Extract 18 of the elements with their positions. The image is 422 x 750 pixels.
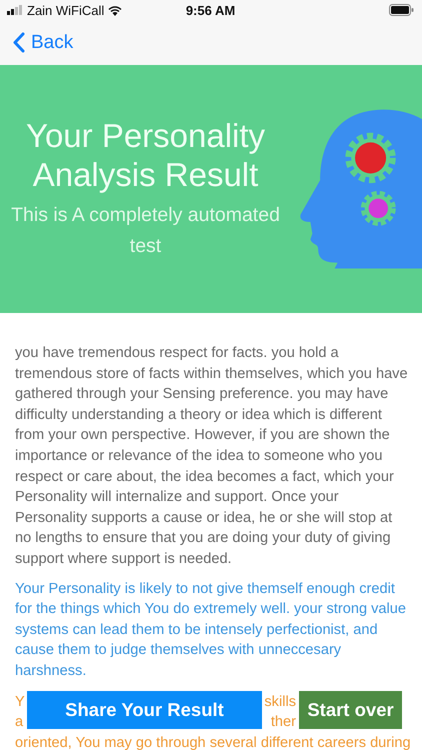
chevron-icon	[12, 32, 25, 53]
share-button[interactable]: Share Your Result	[27, 691, 262, 729]
clock-time: 9:56 AM	[186, 2, 236, 18]
signal-icon	[7, 5, 23, 15]
result-text-line: oriented, You may go through several different careers during	[15, 734, 411, 750]
result-text-fragment: a	[15, 713, 24, 732]
back-button[interactable]: Back	[12, 32, 74, 54]
result-subtitle: This is A completely automated test	[10, 203, 281, 259]
result-text-fragment: Y	[15, 692, 25, 712]
start-over-button[interactable]: Start over	[299, 691, 402, 729]
result-text-fragment: skills	[264, 692, 296, 712]
battery-icon	[389, 4, 414, 16]
result-title: Your Personality Analysis Result	[24, 116, 266, 194]
result-paragraph: Your Personality is likely to not give themself enough credit for the things which You do extremely well. your strong value systems can lead them to be intensely perfectionist, and cause them to judge themselves with unneccesary harshness.	[15, 580, 408, 681]
carrier-name: Zain WiFiCall	[27, 2, 104, 18]
result-paragraph: you have tremendous respect for facts. you hold a tremendous store of facts within themselves, which you have gathered through your Sensing preference. you may have difficulty understanding a theory or idea which is different from your own perspective. However, if you are shown the importance or relevance of the idea to someone who you respect or care about, the idea becomes a fact, which your Personality will internalize and support. Once your Personality supports a cause or idea, he or she will stop at no lengths to ensure that you are doing your duty of giving support where support is needed.	[15, 344, 409, 569]
result-text-fragment: ther	[270, 713, 296, 732]
wifi-icon	[108, 4, 122, 16]
